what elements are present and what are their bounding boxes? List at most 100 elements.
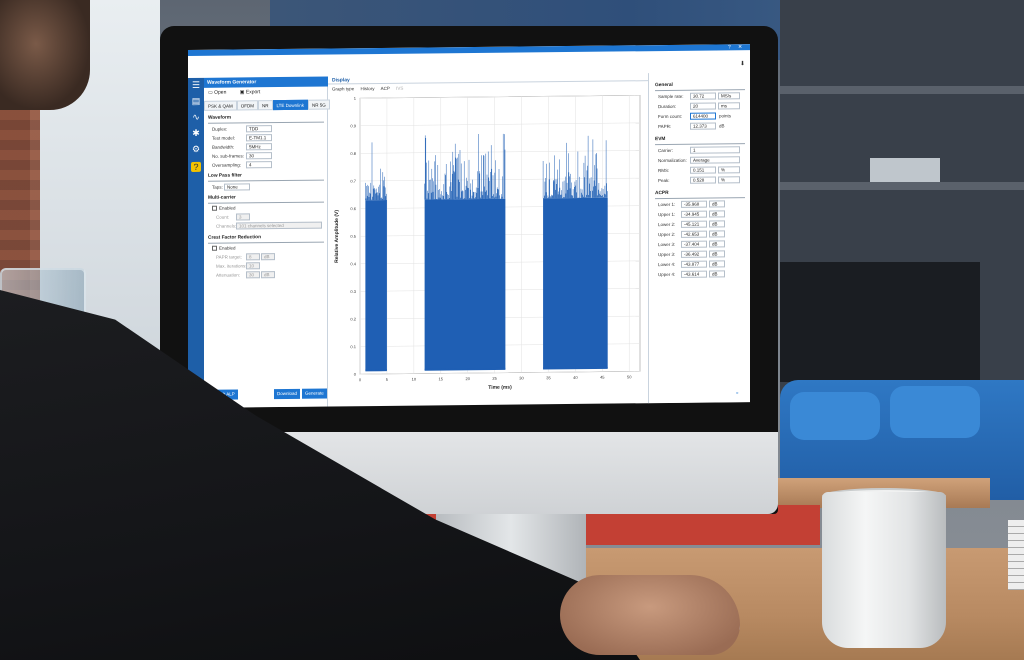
normalization-select[interactable]: Average — [690, 156, 740, 164]
acpr-unit[interactable]: dB — [709, 240, 725, 248]
waveform-icon[interactable]: ∿ — [191, 112, 201, 122]
x-axis-label: Time (ms) — [488, 385, 512, 391]
close-icon[interactable]: ✕ — [738, 44, 742, 50]
cfr-section-title: Crest Factor Reduction — [208, 235, 262, 241]
form-count-label: Form count: — [658, 113, 683, 120]
lowpass-section-title: Low Pass filter — [208, 173, 242, 179]
rms-unit[interactable]: % — [718, 166, 740, 174]
acpr-value: -43.614 — [681, 270, 707, 278]
menu-icon[interactable]: ☰ — [191, 80, 201, 90]
x-tick-label: 35 — [546, 375, 551, 380]
count-input[interactable]: 3 — [236, 213, 250, 221]
collapse-icon[interactable]: « — [736, 390, 739, 395]
taps-select[interactable]: None — [224, 183, 250, 191]
acpr-unit[interactable]: dB — [709, 230, 725, 238]
form-count-unit: points — [719, 113, 732, 119]
cfr-enabled-checkbox[interactable] — [212, 245, 217, 251]
bandwidth-label: Bandwidth: — [212, 144, 235, 150]
y-tick-label: 1 — [354, 96, 357, 101]
settings-icon[interactable]: ⚙ — [191, 144, 201, 154]
cfr-enabled-label: Enabled — [219, 245, 236, 251]
attenuation-unit[interactable]: dB — [261, 271, 275, 279]
person-head — [0, 0, 90, 110]
duration-unit[interactable]: ms — [718, 102, 740, 110]
carrier-select[interactable]: 1 — [690, 146, 740, 154]
bandwidth-select[interactable]: 5MHz — [246, 143, 272, 151]
peak-value: 0.528 — [690, 176, 716, 184]
duplex-select[interactable]: TDD — [246, 125, 272, 133]
test-model-select[interactable]: E-TM1.1 — [246, 134, 272, 142]
monitor-screen: ? ✕ ☰ ▤ ∿ ✱ ⚙ ? Waveform Generator ▭ Ope… — [188, 44, 750, 409]
max-iterations-label: Max. iterations: — [216, 263, 247, 269]
acpr-value: -42.653 — [681, 230, 707, 238]
acpr-label: Lower 2: — [658, 221, 676, 228]
oversampling-input[interactable]: 4 — [246, 161, 272, 169]
multicarrier-section-title: Multi-carrier — [208, 195, 236, 201]
y-tick-label: 0 — [354, 372, 357, 377]
sofa-cushion — [890, 386, 980, 438]
form-count-input[interactable]: 614400 — [690, 112, 716, 120]
y-tick-label: 0.6 — [350, 206, 356, 211]
book-stack — [1008, 520, 1024, 590]
signal-burst — [543, 197, 608, 370]
attenuation-input[interactable]: 30 — [246, 271, 260, 279]
pin-icon[interactable]: ⬇ — [740, 60, 745, 68]
papr-value: 12.373 — [690, 122, 716, 130]
debug-icon[interactable]: ✱ — [191, 128, 201, 138]
acpr-unit[interactable]: dB — [709, 250, 725, 258]
tab-nr-5g[interactable]: NR 5G — [307, 99, 330, 110]
peak-unit[interactable]: % — [718, 176, 740, 184]
open-button[interactable]: ▭ Open — [208, 90, 232, 96]
tab-ofdm[interactable]: OFDM — [236, 100, 259, 111]
channels-select[interactable]: 101 channels selected — [236, 221, 322, 230]
help-icon[interactable]: ? — [191, 161, 201, 172]
papr-target-label: PAPR target: — [216, 254, 242, 260]
multicarrier-enabled-checkbox[interactable] — [212, 205, 217, 211]
acpr-value: -34.945 — [681, 210, 707, 218]
acpr-label: Upper 1: — [658, 211, 676, 218]
tab-nr[interactable]: NR — [258, 100, 273, 111]
acpr-unit[interactable]: dB — [709, 220, 725, 228]
person-hand — [560, 575, 740, 655]
generate-button[interactable]: Generate — [302, 388, 327, 399]
x-tick-label: 15 — [439, 376, 444, 381]
test-model-label: Test model: — [212, 135, 236, 141]
folder-icon[interactable]: ▤ — [191, 96, 201, 106]
tab-psk-qam[interactable]: PSK & QAM — [204, 100, 237, 111]
duration-input[interactable]: 20 — [690, 102, 716, 110]
acpr-unit[interactable]: dB — [709, 260, 725, 268]
acpr-unit[interactable]: dB — [709, 210, 725, 218]
tab-acp[interactable]: ACP — [381, 86, 390, 91]
y-tick-label: 0.4 — [350, 261, 356, 266]
help-icon[interactable]: ? — [728, 44, 731, 50]
papr-target-input[interactable]: 8 — [246, 253, 260, 261]
acpr-value: -45.121 — [681, 220, 707, 228]
acpr-label: Lower 3: — [658, 241, 676, 248]
download-button[interactable]: Download — [274, 388, 301, 400]
signal-burst — [365, 200, 387, 372]
tab-lte-downlink[interactable]: LTE Downlink — [272, 99, 308, 111]
papr-target-unit[interactable]: dB — [261, 253, 275, 261]
acpr-label: Upper 2: — [658, 231, 676, 238]
subframes-input[interactable]: 30 — [246, 152, 272, 160]
acpr-value: -35.968 — [681, 200, 707, 208]
display-title: Display — [328, 73, 648, 85]
export-button[interactable]: ▣ Export — [240, 89, 267, 95]
acpr-unit[interactable]: dB — [709, 200, 725, 208]
sample-rate-input[interactable]: 30.72 — [690, 92, 716, 100]
attenuation-label: Attenuation: — [216, 272, 241, 278]
tab-ivs[interactable]: IVS — [396, 86, 403, 91]
channels-label: Channels: — [216, 223, 237, 229]
burst-floor — [543, 366, 608, 369]
max-iterations-input[interactable]: 10 — [246, 262, 260, 270]
generator-toolbar: ▭ Open ▣ Export — [208, 89, 272, 96]
rms-value: 0.151 — [690, 166, 716, 174]
acpr-section-title: ACPR — [655, 190, 669, 197]
y-tick-label: 0.9 — [350, 123, 356, 128]
acpr-unit[interactable]: dB — [709, 270, 725, 278]
carrier-label: Carrier: — [658, 147, 674, 154]
generator-title: Waveform Generator — [204, 76, 328, 88]
tab-history[interactable]: History — [361, 86, 375, 91]
sample-rate-unit[interactable]: MS/s — [718, 92, 740, 100]
tab-graph-type[interactable]: Graph type — [332, 86, 354, 91]
